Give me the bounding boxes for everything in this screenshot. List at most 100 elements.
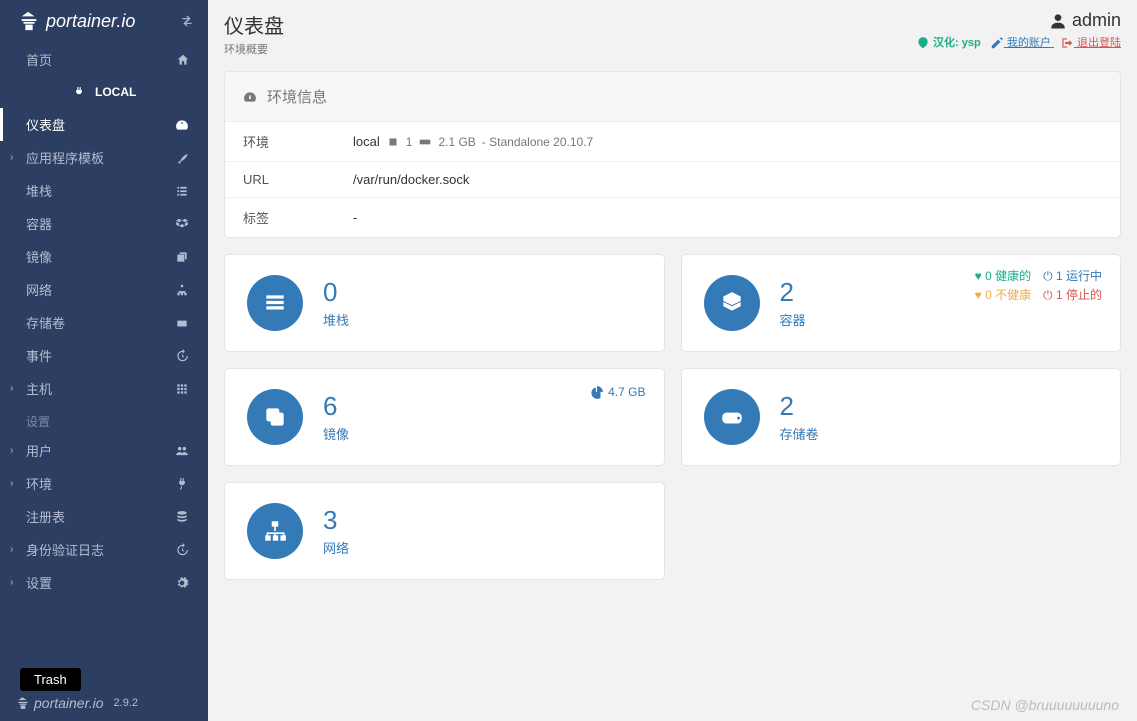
sidebar: portainer.io 首页 LOCAL 仪表盘 › 应用程序模板堆栈容器镜像网络…	[0, 0, 208, 721]
home-icon	[176, 52, 190, 68]
sidebar-item-label: 环境	[26, 474, 174, 493]
images-size: 4.7 GB	[590, 385, 645, 399]
volumes-label: 存储卷	[780, 424, 819, 443]
rocket-icon	[174, 150, 190, 166]
sidebar-item-tachometer[interactable]: 仪表盘	[0, 108, 208, 141]
chevron-right-icon: ›	[10, 445, 13, 456]
env-info-header: 环境信息	[225, 72, 1120, 122]
sidebar-item-label: 设置	[26, 573, 174, 592]
chevron-right-icon: ›	[10, 152, 13, 163]
page-subtitle: 环境概要	[224, 41, 284, 57]
main-content: 仪表盘 环境概要 admin 汉化: ysp 我的账户 退出登陆	[208, 0, 1137, 721]
sidebar-item-users[interactable]: ›用户	[0, 434, 208, 467]
sidebar-item-clone[interactable]: 镜像	[0, 240, 208, 273]
dashboard-grid: 0 堆栈 2 容器 ♥ 0 健康的 ⏻ 1 运行中 ♥ 0 不健康 ⏻ 1 停止…	[224, 254, 1121, 580]
sidebar-item-history[interactable]: 事件	[0, 339, 208, 372]
footer-logo: portainer.io	[16, 695, 104, 711]
sidebar-item-history[interactable]: › 身份验证日志	[0, 533, 208, 566]
cubes-icon	[174, 216, 190, 232]
containers-status: ♥ 0 健康的 ⏻ 1 运行中 ♥ 0 不健康 ⏻ 1 停止的	[975, 267, 1102, 305]
plug-icon	[72, 85, 86, 99]
card-containers[interactable]: 2 容器 ♥ 0 健康的 ⏻ 1 运行中 ♥ 0 不健康 ⏻ 1 停止的	[681, 254, 1122, 352]
containers-icon	[704, 275, 760, 331]
sidebar-item-label: 应用程序模板	[26, 148, 174, 167]
images-label: 镜像	[323, 424, 349, 443]
status-healthy: ♥ 0 健康的	[975, 267, 1031, 284]
status-running: ⏻ 1 运行中	[1043, 267, 1102, 284]
networks-count: 3	[323, 505, 349, 536]
images-count: 6	[323, 391, 349, 422]
stacks-count: 0	[323, 277, 349, 308]
networks-label: 网络	[323, 538, 349, 557]
status-stopped: ⏻ 1 停止的	[1043, 286, 1102, 303]
user-icon	[1048, 11, 1068, 31]
plug-icon	[174, 476, 190, 492]
sidebar-item-cogs[interactable]: ›设置	[0, 566, 208, 599]
sidebar-item-label: 注册表	[26, 507, 174, 526]
stacks-icon	[247, 275, 303, 331]
users-icon	[174, 443, 190, 459]
th-icon	[174, 381, 190, 397]
chevron-right-icon: ›	[10, 478, 13, 489]
card-networks[interactable]: 3 网络	[224, 482, 665, 580]
sidebar-item-hdd[interactable]: 存储卷	[0, 306, 208, 339]
env-info-title: 环境信息	[267, 86, 327, 107]
sidebar-item-th[interactable]: ›主机	[0, 372, 208, 405]
brand-text: portainer.io	[46, 11, 135, 32]
cpu-icon	[386, 134, 400, 149]
trash-tooltip: Trash	[20, 668, 81, 691]
cogs-icon	[174, 575, 190, 591]
volumes-icon	[704, 389, 760, 445]
tachometer-icon	[174, 117, 190, 133]
env-row-url: URL /var/run/docker.sock	[225, 162, 1120, 198]
sidebar-item-label: 存储卷	[26, 313, 174, 332]
sitemap-icon	[174, 282, 190, 298]
stacks-label: 堆栈	[323, 310, 349, 329]
sidebar-section-local: LOCAL	[0, 77, 208, 108]
version-text: 2.9.2	[114, 697, 138, 709]
sidebar-item-label: 身份验证日志	[26, 540, 174, 559]
networks-icon	[247, 503, 303, 559]
chevron-right-icon: ›	[10, 544, 13, 555]
sidebar-item-label: 镜像	[26, 247, 174, 266]
tachometer-icon	[243, 90, 257, 104]
portainer-icon	[18, 10, 40, 32]
card-images[interactable]: 6 镜像 4.7 GB	[224, 368, 665, 466]
env-name: local	[353, 134, 380, 149]
card-volumes[interactable]: 2 存储卷	[681, 368, 1122, 466]
sidebar-item-label: 事件	[26, 346, 174, 365]
status-unhealthy: ♥ 0 不健康	[975, 286, 1031, 303]
sidebar-item-label: 容器	[26, 214, 174, 233]
card-stacks[interactable]: 0 堆栈	[224, 254, 665, 352]
sidebar-header: portainer.io	[0, 0, 208, 42]
env-row-environment: 环境 local 1 2.1 GB - Standalone 20.10.7	[225, 122, 1120, 162]
clone-icon	[174, 249, 190, 265]
page-heading: 仪表盘 环境概要	[224, 10, 284, 57]
sidebar-item-plug[interactable]: › 环境	[0, 467, 208, 500]
sidebar-home[interactable]: 首页	[0, 42, 208, 77]
containers-label: 容器	[780, 310, 806, 329]
header-links: 汉化: ysp 我的账户 退出登陆	[916, 34, 1121, 50]
chevron-right-icon: ›	[10, 383, 13, 394]
env-info-panel: 环境信息 环境 local 1 2.1 GB - Standalone 20.1…	[224, 71, 1121, 238]
sidebar-item-label: 网络	[26, 280, 174, 299]
sidebar-item-list[interactable]: 堆栈	[0, 174, 208, 207]
ram-value: 2.1 GB	[438, 135, 475, 149]
sidebar-item-sitemap[interactable]: 网络	[0, 273, 208, 306]
sidebar-item-cubes[interactable]: 容器	[0, 207, 208, 240]
portainer-icon-small	[16, 696, 30, 710]
current-user[interactable]: admin	[916, 10, 1121, 31]
sidebar-section-label: LOCAL	[95, 85, 136, 99]
brand-logo[interactable]: portainer.io	[18, 10, 135, 32]
topbar: 仪表盘 环境概要 admin 汉化: ysp 我的账户 退出登陆	[224, 0, 1121, 71]
pie-icon	[590, 385, 604, 399]
sidebar-item-rocket[interactable]: › 应用程序模板	[0, 141, 208, 174]
hdd-icon	[174, 315, 190, 331]
sidebar-toggle-icon[interactable]	[180, 12, 194, 30]
page-title: 仪表盘	[224, 10, 284, 39]
logout-link[interactable]: 退出登陆	[1060, 37, 1121, 49]
sidebar-item-label: 仪表盘	[26, 115, 174, 134]
sidebar-item-database[interactable]: 注册表	[0, 500, 208, 533]
my-account-link[interactable]: 我的账户	[990, 37, 1054, 49]
sidebar-settings-heading: 设置	[0, 405, 208, 434]
